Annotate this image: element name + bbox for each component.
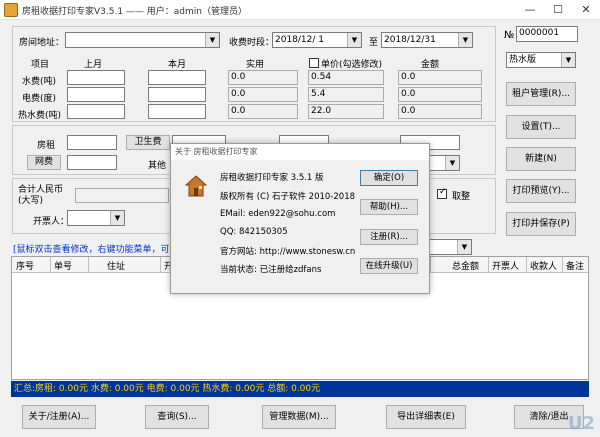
round-label: 取整 — [452, 192, 471, 202]
dialog-title: 关于 房租收据打印专家 — [171, 144, 429, 160]
room-label: 房间地址： — [19, 38, 65, 48]
header-this-month: 本月 — [168, 60, 187, 70]
about-register-button[interactable]: 关于/注册(A)... — [22, 405, 96, 429]
electric-current-input[interactable] — [148, 87, 206, 102]
date-to-picker[interactable]: 2018/12/31 ▼ — [381, 32, 473, 48]
hotwater-actual-value: 0.0 — [228, 104, 298, 119]
network-fee-input[interactable] — [67, 155, 117, 170]
drawer-select[interactable]: ▼ — [67, 210, 125, 226]
chevron-down-icon: ▼ — [110, 211, 124, 225]
chevron-down-icon: ▼ — [457, 240, 471, 254]
export-detail-button[interactable]: 导出详细表(E) — [386, 405, 466, 429]
drawer-label: 开票人： — [33, 217, 70, 227]
hotwater-amount-value: 0.0 — [398, 104, 482, 119]
sanitation-button[interactable]: 卫生费 — [126, 135, 170, 150]
col-number: 单号 — [54, 262, 73, 272]
dialog-register-button[interactable]: 注册(R)... — [360, 229, 418, 245]
electric-actual-value: 0.0 — [228, 87, 298, 102]
col-drawer: 开票人 — [492, 262, 520, 272]
watermark-logo: U2 — [567, 413, 595, 434]
header-last-month: 上月 — [84, 60, 103, 70]
header-actual: 实用 — [246, 60, 265, 70]
hotwater-last-input[interactable] — [67, 104, 125, 119]
maximize-button[interactable]: ☐ — [544, 1, 572, 19]
header-amount: 金额 — [421, 60, 440, 70]
dialog-help-button[interactable]: 帮助(H)... — [360, 199, 418, 215]
chevron-down-icon: ▼ — [458, 33, 472, 47]
round-checkbox[interactable] — [437, 187, 447, 199]
hint-text: [鼠标双击查看修改，右键功能菜单，可按住 — [13, 245, 188, 255]
network-fee-button[interactable]: 网费 — [27, 155, 61, 170]
col-address: 住址 — [107, 262, 126, 272]
electric-last-input[interactable] — [67, 87, 125, 102]
version-select[interactable]: 热水版 ▼ — [506, 52, 576, 68]
unit-price-checkbox[interactable] — [309, 58, 319, 68]
total-rmb-value — [75, 188, 169, 203]
water-amount-value: 0.0 — [398, 70, 482, 85]
title-bar: 房租收据打印专家V3.5.1 —— 用户：admin（管理员） — ☐ ✕ — [0, 0, 600, 20]
summary-bar: 汇总:房租: 0.00元 水费: 0.00元 电费: 0.00元 热水费: 0.… — [11, 381, 589, 397]
manage-data-button[interactable]: 管理数据(M)... — [262, 405, 336, 429]
no-label: № — [504, 30, 515, 41]
window-title: 房租收据打印专家V3.5.1 —— 用户：admin（管理员） — [22, 7, 247, 17]
water-current-input[interactable] — [148, 70, 206, 85]
water-last-input[interactable] — [67, 70, 125, 85]
rent-label: 房租 — [37, 141, 56, 151]
header-item: 项目 — [31, 60, 50, 70]
period-label: 收费时段： — [229, 38, 275, 48]
print-preview-button[interactable]: 打印预览(Y)... — [506, 179, 576, 203]
water-price-value[interactable]: 0.54 — [308, 70, 384, 85]
col-notes: 备注 — [566, 262, 585, 272]
dialog-product-line: 房租收据打印专家 3.5.1 版 — [220, 173, 324, 183]
chevron-down-icon: ▼ — [445, 156, 459, 170]
col-index: 序号 — [16, 262, 35, 272]
tenant-management-button[interactable]: 租户管理(R)... — [506, 82, 576, 106]
dialog-qq-line: QQ: 842150305 — [220, 227, 288, 237]
hotwater-label: 热水费(吨) — [18, 111, 62, 121]
query-button[interactable]: 查询(S)... — [145, 405, 209, 429]
other-label: 其他 — [148, 161, 167, 171]
electric-label: 电费(度) — [22, 94, 57, 104]
room-select[interactable]: ▼ — [65, 32, 220, 48]
dialog-upgrade-button[interactable]: 在线升级(U) — [360, 258, 418, 274]
house-icon — [184, 175, 208, 197]
no-value: 0000001 — [516, 26, 578, 42]
close-button[interactable]: ✕ — [572, 1, 600, 19]
total-rmb-label: 合计人民币 (大写) — [18, 185, 64, 206]
hotwater-price-value[interactable]: 22.0 — [308, 104, 384, 119]
dialog-copyright-line: 版权所有 (C) 石子软件 2010-2018 — [220, 192, 356, 202]
chevron-down-icon: ▼ — [347, 33, 361, 47]
col-total: 总金额 — [452, 262, 480, 272]
app-icon — [4, 3, 18, 17]
new-button[interactable]: 新建(N) — [506, 147, 576, 171]
dialog-status-line: 当前状态: 已注册给zdfans — [220, 265, 322, 275]
chevron-down-icon: ▼ — [561, 53, 575, 67]
electric-price-value[interactable]: 5.4 — [308, 87, 384, 102]
version-select-value: 热水版 — [509, 55, 537, 65]
date-from-picker[interactable]: 2018/12/ 1 ▼ — [272, 32, 362, 48]
about-dialog: 关于 房租收据打印专家 房租收据打印专家 3.5.1 版 版权所有 (C) 石子… — [170, 143, 430, 294]
dialog-website-line: 官方网站: http://www.stonesw.cn — [220, 247, 356, 257]
header-unit-price: 单价(勾选修改) — [321, 60, 383, 70]
print-save-button[interactable]: 打印并保存(P) — [506, 212, 576, 236]
date-from-value: 2018/12/ 1 — [275, 35, 325, 45]
water-actual-value: 0.0 — [228, 70, 298, 85]
rent-input[interactable] — [67, 135, 117, 150]
dialog-email-line: EMail: eden922@sohu.com — [220, 209, 336, 219]
hotwater-current-input[interactable] — [148, 104, 206, 119]
settings-button[interactable]: 设置(T)... — [506, 115, 576, 139]
minimize-button[interactable]: — — [516, 1, 544, 19]
electric-amount-value: 0.0 — [398, 87, 482, 102]
date-to-value: 2018/12/31 — [384, 35, 436, 45]
to-label: 至 — [369, 38, 379, 48]
col-payee: 收款人 — [530, 262, 558, 272]
chevron-down-icon: ▼ — [205, 33, 219, 47]
water-label: 水费(吨) — [22, 77, 57, 87]
dialog-ok-button[interactable]: 确定(O) — [360, 170, 418, 186]
